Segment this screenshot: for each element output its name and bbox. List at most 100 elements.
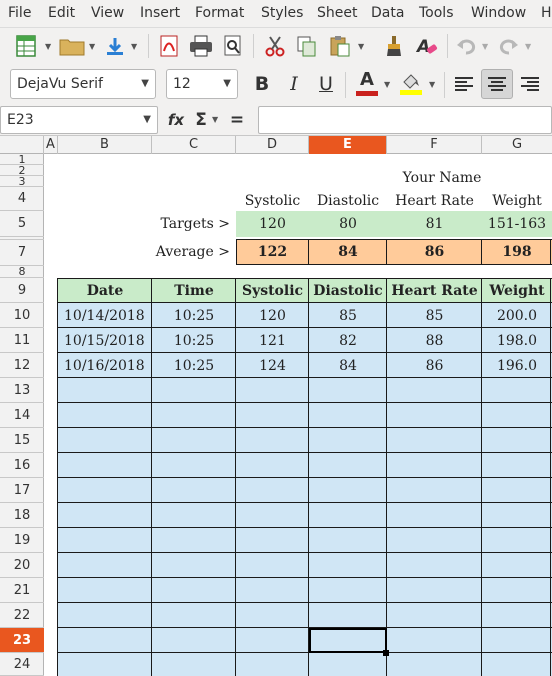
row-header-13[interactable]: 13	[0, 378, 44, 403]
font-color-button[interactable]: A	[354, 70, 380, 96]
formula-icon[interactable]: =	[226, 108, 248, 132]
table-cell-diastolic[interactable]: 84	[309, 353, 387, 378]
table-cell-diastolic[interactable]: 85	[309, 303, 387, 328]
column-header-g[interactable]: G	[482, 136, 552, 154]
row-header-23[interactable]: 23	[0, 628, 44, 653]
italic-button[interactable]: I	[282, 72, 306, 96]
open-folder-icon[interactable]	[58, 34, 86, 58]
table-cell-date[interactable]: 10/16/2018	[58, 353, 152, 378]
chevron-down-icon[interactable]: ▼	[143, 114, 151, 125]
menu-view[interactable]: View	[91, 5, 124, 21]
menu-tools[interactable]: Tools	[419, 5, 454, 21]
select-all-corner[interactable]	[0, 136, 44, 154]
table-cell-time[interactable]: 10:25	[152, 303, 236, 328]
row-header-20[interactable]: 20	[0, 553, 44, 578]
menu-edit[interactable]: Edit	[48, 5, 75, 21]
table-header-systolic[interactable]: Systolic	[236, 278, 309, 303]
menu-file[interactable]: File	[8, 5, 31, 21]
font-size-combo[interactable]: 12 ▼	[166, 69, 238, 99]
chevron-down-icon[interactable]: ▼	[482, 42, 488, 51]
row-header-12[interactable]: 12	[0, 353, 44, 378]
menu-styles[interactable]: Styles	[261, 5, 303, 21]
print-icon[interactable]	[188, 34, 214, 58]
column-header-c[interactable]: C	[152, 136, 236, 154]
bold-button[interactable]: B	[250, 72, 274, 96]
row-header-10[interactable]: 10	[0, 303, 44, 328]
target-diastolic[interactable]: 80	[309, 211, 387, 237]
cut-icon[interactable]	[262, 34, 288, 58]
target-heart-rate[interactable]: 81	[387, 211, 482, 237]
table-cell-heart-rate[interactable]: 86	[387, 353, 482, 378]
menu-data[interactable]: Data	[371, 5, 404, 21]
targets-label[interactable]: Targets >	[58, 211, 236, 237]
table-header-diastolic[interactable]: Diastolic	[309, 278, 387, 303]
column-header-e[interactable]: E	[309, 136, 387, 154]
underline-button[interactable]: U	[314, 72, 338, 96]
row-header-21[interactable]: 21	[0, 578, 44, 603]
redo-icon[interactable]	[498, 34, 520, 58]
column-header-f[interactable]: F	[387, 136, 482, 154]
print-preview-icon[interactable]	[221, 34, 245, 58]
chevron-down-icon[interactable]: ▼	[429, 80, 435, 89]
row-header-3[interactable]: 3	[0, 175, 44, 188]
your-name-label[interactable]: Your Name	[387, 168, 497, 188]
column-header-d[interactable]: D	[236, 136, 309, 154]
chevron-down-icon[interactable]: ▼	[212, 115, 218, 124]
row-header-16[interactable]: 16	[0, 453, 44, 478]
align-right-icon[interactable]	[517, 71, 543, 97]
chevron-down-icon[interactable]: ▼	[45, 42, 51, 51]
table-cell-weight[interactable]: 200.0	[482, 303, 552, 328]
clone-formatting-icon[interactable]	[382, 34, 406, 58]
table-cell-systolic[interactable]: 121	[236, 328, 309, 353]
new-spreadsheet-icon[interactable]	[14, 34, 38, 58]
highlight-color-button[interactable]	[398, 70, 424, 96]
metric-header-diastolic[interactable]: Diastolic	[309, 189, 387, 213]
menu-sheet[interactable]: Sheet	[317, 5, 357, 21]
row-header-17[interactable]: 17	[0, 478, 44, 503]
table-cell-heart-rate[interactable]: 88	[387, 328, 482, 353]
align-center-icon[interactable]	[481, 69, 513, 99]
row-header-18[interactable]: 18	[0, 503, 44, 528]
clear-formatting-icon[interactable]: A	[414, 34, 440, 58]
export-pdf-icon[interactable]	[157, 34, 181, 58]
row-header-11[interactable]: 11	[0, 328, 44, 353]
function-wizard-icon[interactable]: fx	[164, 108, 188, 132]
fill-handle[interactable]	[383, 650, 389, 656]
row-header-9[interactable]: 9	[0, 278, 44, 303]
chevron-down-icon[interactable]: ▼	[89, 42, 95, 51]
column-header-a[interactable]: A	[44, 136, 58, 154]
average-diastolic[interactable]: 84	[309, 239, 387, 265]
target-weight[interactable]: 151-163	[482, 211, 552, 237]
table-cell-date[interactable]: 10/14/2018	[58, 303, 152, 328]
table-cell-weight[interactable]: 198.0	[482, 328, 552, 353]
sum-icon[interactable]: Σ	[190, 108, 212, 132]
metric-header-heart-rate[interactable]: Heart Rate	[387, 189, 482, 213]
average-weight[interactable]: 198	[482, 239, 552, 265]
row-header-15[interactable]: 15	[0, 428, 44, 453]
table-cell-diastolic[interactable]: 82	[309, 328, 387, 353]
row-header-7[interactable]: 7	[0, 240, 44, 266]
align-left-icon[interactable]	[451, 71, 477, 97]
table-header-weight[interactable]: Weight	[482, 278, 552, 303]
row-header-19[interactable]: 19	[0, 528, 44, 553]
chevron-down-icon[interactable]: ▼	[223, 78, 231, 89]
font-name-combo[interactable]: DejaVu Serif ▼	[10, 69, 156, 99]
target-systolic[interactable]: 120	[236, 211, 309, 237]
undo-icon[interactable]	[455, 34, 477, 58]
table-header-heart-rate[interactable]: Heart Rate	[387, 278, 482, 303]
row-header-5[interactable]: 5	[0, 211, 44, 237]
copy-icon[interactable]	[295, 34, 319, 58]
chevron-down-icon[interactable]: ▼	[131, 42, 137, 51]
chevron-down-icon[interactable]: ▼	[358, 42, 364, 51]
table-cell-systolic[interactable]: 124	[236, 353, 309, 378]
name-box[interactable]: E23 ▼	[0, 106, 158, 134]
row-header-14[interactable]: 14	[0, 403, 44, 428]
table-cell-time[interactable]: 10:25	[152, 328, 236, 353]
active-cell-cursor[interactable]	[309, 628, 387, 653]
chevron-down-icon[interactable]: ▼	[525, 42, 531, 51]
row-header-8[interactable]: 8	[0, 265, 44, 278]
table-cell-date[interactable]: 10/15/2018	[58, 328, 152, 353]
save-icon[interactable]	[103, 34, 127, 58]
formula-input[interactable]	[258, 106, 552, 134]
menu-insert[interactable]: Insert	[140, 5, 180, 21]
